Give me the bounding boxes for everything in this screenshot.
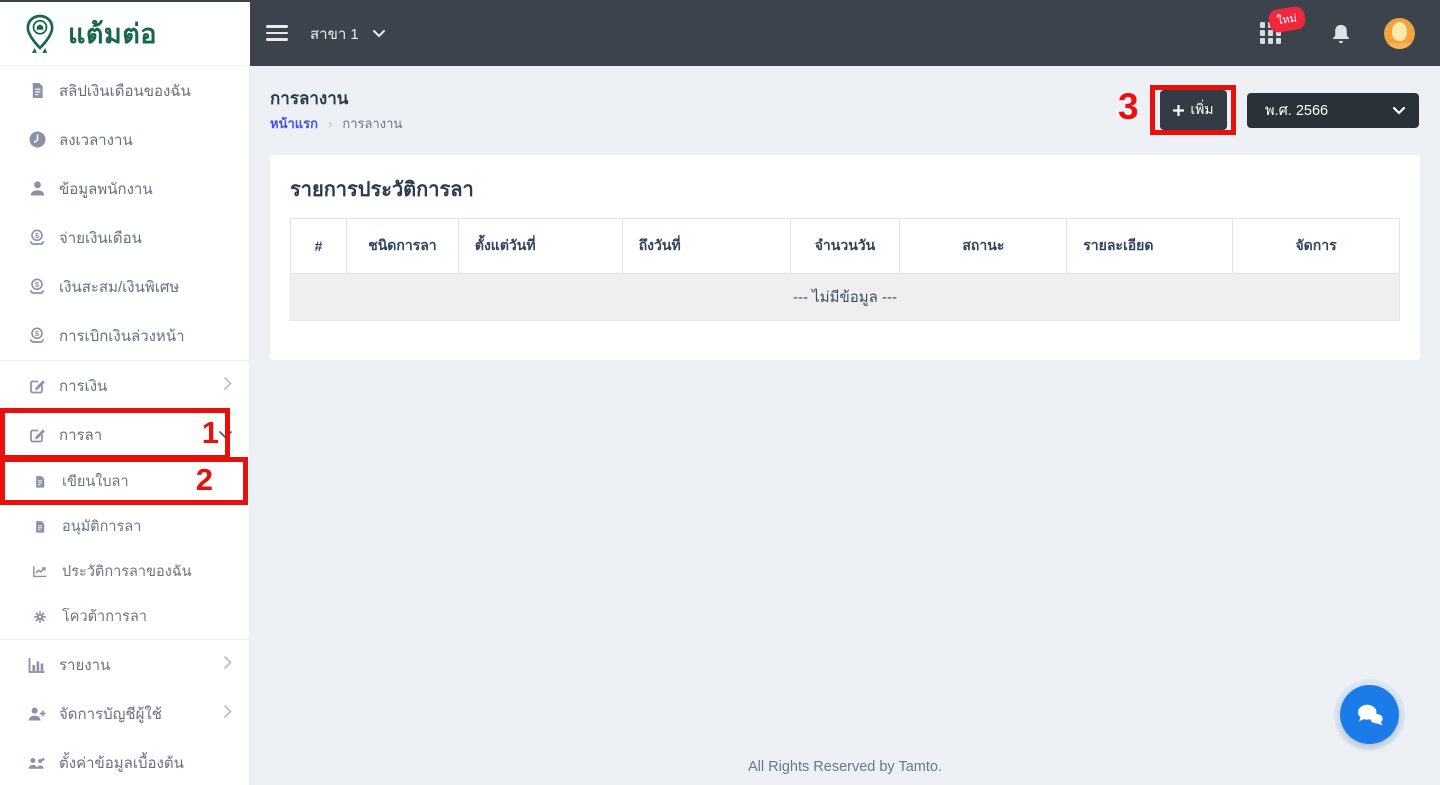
column-header: จำนวนวัน [789, 218, 901, 274]
hamburger-menu-icon[interactable] [266, 25, 288, 41]
column-header: ถึงวันที่ [621, 218, 791, 274]
svg-text:$: $ [35, 280, 40, 289]
sidebar-item-label: จัดการบัญชีผู้ใช้ [59, 705, 162, 723]
money-icon: $ [28, 278, 46, 295]
breadcrumb-separator-icon: › [328, 116, 333, 131]
sidebar-item[interactable]: $ จ่ายเงินเดือน [0, 213, 249, 262]
new-badge: ใหม่ [1266, 5, 1306, 34]
leave-history-table: # ชนิดการลา ตั้งแต่วันที่ ถึงวันที่ จำนวนวัน… [290, 218, 1400, 321]
sidebar-item[interactable]: $ การเบิกเงินล่วงหน้า [0, 311, 249, 360]
sidebar-item[interactable]: $ เงินสะสม/เงินพิเศษ [0, 262, 249, 311]
document-icon [33, 475, 48, 489]
breadcrumb-home-link[interactable]: หน้าแรก [270, 113, 318, 134]
sidebar-item-label: ตั้งค่าข้อมูลเบื้องต้น [59, 754, 184, 772]
brand-name: แต้มต่อ [68, 19, 157, 49]
user-avatar[interactable] [1384, 18, 1415, 49]
chevron-down-icon [372, 30, 385, 38]
leave-history-title: รายการประวัติการลา [290, 179, 474, 201]
svg-text:$: $ [35, 231, 40, 240]
sidebar-item-label: ลงเวลางาน [59, 131, 133, 149]
sidebar-item-label: อนุมัติการลา [62, 519, 142, 535]
edit-square-icon [28, 377, 46, 394]
branch-label: สาขา 1 [310, 26, 359, 43]
main-content: การลางาน หน้าแรก › การลางาน เพิ่ม พ.ศ. 2… [250, 66, 1440, 785]
sidebar-item-label: โควต้าการลา [62, 609, 147, 625]
sidebar-item[interactable]: ลงเวลางาน [0, 115, 249, 164]
sidebar-item-label: สลิปเงินเดือนของฉัน [59, 82, 191, 100]
clock-icon [28, 131, 46, 148]
table-empty-row: --- ไม่มีข้อมูล --- [290, 273, 1400, 321]
column-header: สถานะ [899, 218, 1068, 274]
empty-state-text: --- ไม่มีข้อมูล --- [290, 273, 1400, 321]
sidebar-item-label: เขียนใบลา [62, 474, 129, 490]
sidebar-menu: สลิปเงินเดือนของฉันลงเวลางานข้อมูลพนักงา… [0, 66, 250, 785]
sidebar-item[interactable]: การเงิน [0, 361, 249, 410]
chevron-right-icon [224, 376, 232, 395]
notifications-button[interactable] [1330, 21, 1352, 50]
breadcrumb: หน้าแรก › การลางาน [270, 113, 402, 134]
page-title: การลางาน [270, 89, 349, 108]
year-select[interactable]: พ.ศ. 2566 [1247, 93, 1419, 128]
sidebar-item[interactable]: เขียนใบลา [0, 459, 249, 504]
bar-chart-icon [28, 656, 46, 673]
user-plus-icon [28, 705, 46, 722]
chat-bubbles-icon [1357, 704, 1383, 725]
column-header: # [290, 218, 347, 274]
column-header: ตั้งแต่วันที่ [457, 218, 623, 274]
annotation-number-3: 3 [1118, 86, 1139, 127]
column-header: จัดการ [1232, 218, 1400, 274]
edit-square-icon [28, 426, 46, 443]
plus-icon [1173, 104, 1185, 116]
sidebar-item[interactable]: ข้อมูลพนักงาน [0, 164, 249, 213]
svg-text:$: $ [35, 329, 40, 338]
document-icon [33, 520, 48, 534]
sidebar-item-label: รายงาน [59, 656, 111, 674]
chevron-right-icon [224, 655, 232, 674]
chat-support-button[interactable] [1340, 685, 1399, 744]
add-button-label: เพิ่ม [1190, 101, 1214, 117]
employee-user-icon [28, 180, 46, 197]
money-icon: $ [28, 229, 46, 246]
branch-selector[interactable]: สาขา 1 [310, 22, 385, 46]
sidebar-item[interactable]: ประวัติการลาของฉัน [0, 549, 249, 594]
sidebar-item-label: การเบิกเงินล่วงหน้า [59, 327, 185, 345]
money-icon: $ [28, 327, 46, 344]
chevron-right-icon [224, 704, 232, 723]
sidebar-item[interactable]: ตั้งค่าข้อมูลเบื้องต้น [0, 738, 249, 785]
sidebar-item[interactable]: สลิปเงินเดือนของฉัน [0, 66, 249, 115]
apps-grid-button[interactable]: ใหม่ [1259, 5, 1306, 44]
add-leave-button[interactable]: เพิ่ม [1160, 90, 1227, 130]
sidebar-item-label: จ่ายเงินเดือน [59, 229, 142, 247]
leave-table-header-row: # ชนิดการลา ตั้งแต่วันที่ ถึงวันที่ จำนวนวัน… [290, 218, 1400, 274]
year-select-value: พ.ศ. 2566 [1265, 103, 1329, 119]
history-chart-icon [33, 565, 48, 579]
sidebar-item-label: การลา [59, 426, 103, 444]
column-header: ชนิดการลา [345, 218, 459, 274]
sidebar-item-label: เงินสะสม/เงินพิเศษ [59, 278, 180, 296]
sidebar-item[interactable]: จัดการบัญชีผู้ใช้ [0, 689, 249, 738]
bell-icon [1333, 24, 1349, 44]
sidebar-item[interactable]: รายงาน [0, 640, 249, 689]
footer-copyright: All Rights Reserved by Tamto. [748, 759, 942, 775]
breadcrumb-current: การลางาน [342, 116, 403, 131]
sidebar-item-label: การเงิน [59, 377, 108, 395]
sidebar-item[interactable]: โควต้าการลา [0, 594, 249, 639]
brand-header[interactable]: แต้มต่อ [0, 2, 250, 66]
chevron-down-icon [1393, 106, 1405, 115]
sidebar-item-label: ประวัติการลาของฉัน [62, 564, 192, 580]
chevron-down-icon [219, 426, 232, 444]
column-header: รายละเอียด [1066, 218, 1234, 274]
brand-pin-logo-icon [26, 14, 54, 53]
sidebar-item-label: ข้อมูลพนักงาน [59, 180, 153, 198]
gear-icon [33, 610, 48, 624]
sidebar-item[interactable]: การลา [0, 410, 249, 459]
users-gear-icon [28, 754, 46, 771]
sidebar-item[interactable]: อนุมัติการลา [0, 504, 249, 549]
leave-history-card: รายการประวัติการลา # ชนิดการลา ตั้งแต่วันท… [270, 155, 1420, 360]
payslip-file-icon [28, 82, 46, 99]
